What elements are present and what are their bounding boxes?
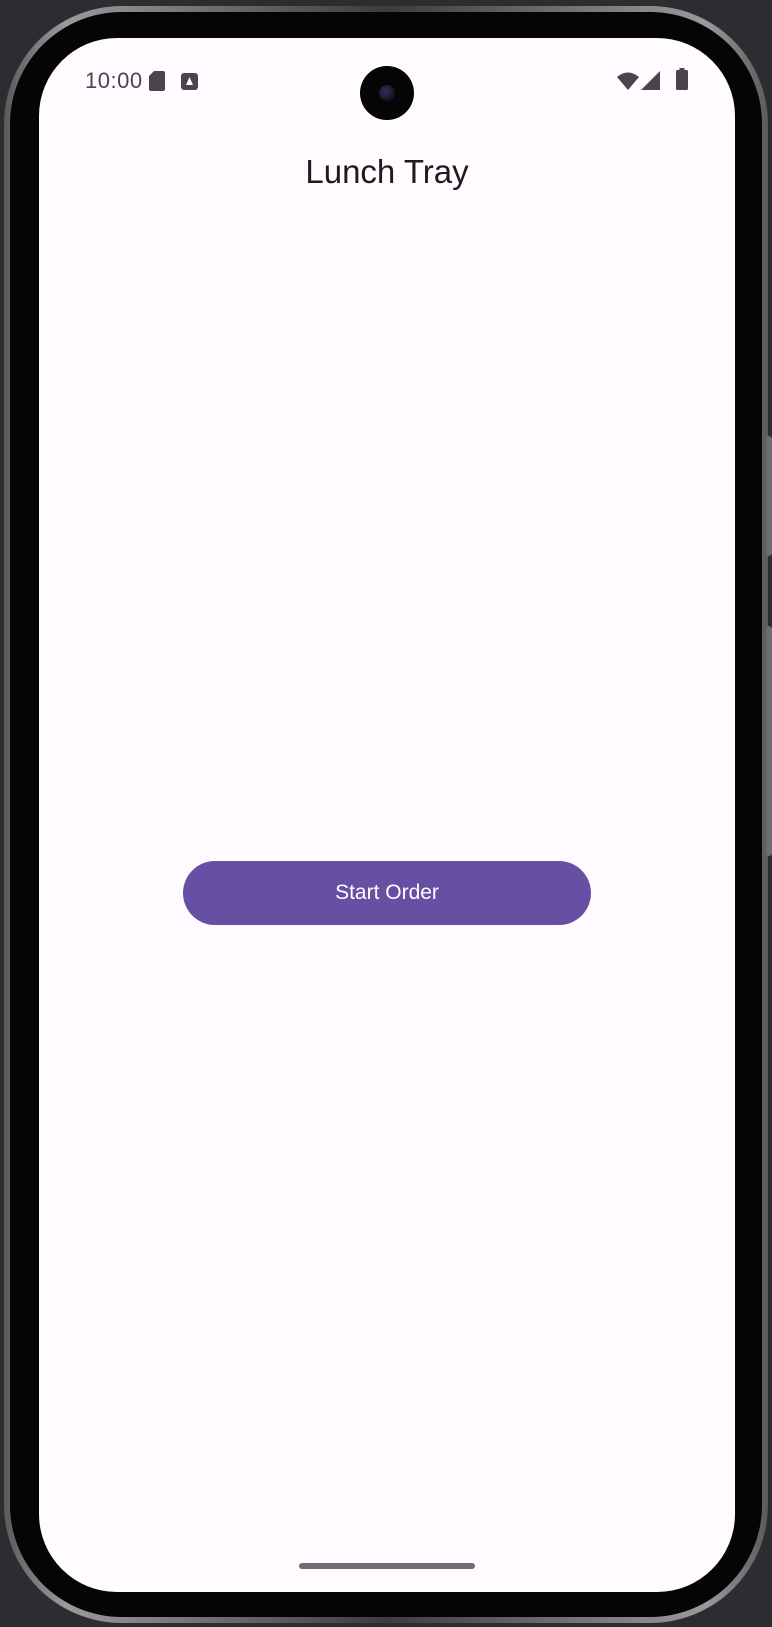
status-time: 10:00: [85, 68, 143, 93]
sd-card-icon: [149, 71, 165, 91]
status-bar: 10:00: [39, 38, 735, 122]
battery-icon: [676, 68, 688, 90]
gesture-navigation-handle[interactable]: [299, 1563, 475, 1569]
cell-signal-icon: [641, 71, 660, 90]
wifi-icon: [617, 72, 639, 90]
phone-screen: 10:00 Lunch Tray Start Order: [39, 38, 735, 1592]
app-title: Lunch Tray: [305, 153, 469, 190]
power-button: [766, 436, 772, 556]
start-order-button[interactable]: Start Order: [183, 861, 591, 925]
notification-icon: [181, 73, 198, 90]
volume-button: [766, 626, 772, 856]
front-camera: [360, 66, 414, 120]
